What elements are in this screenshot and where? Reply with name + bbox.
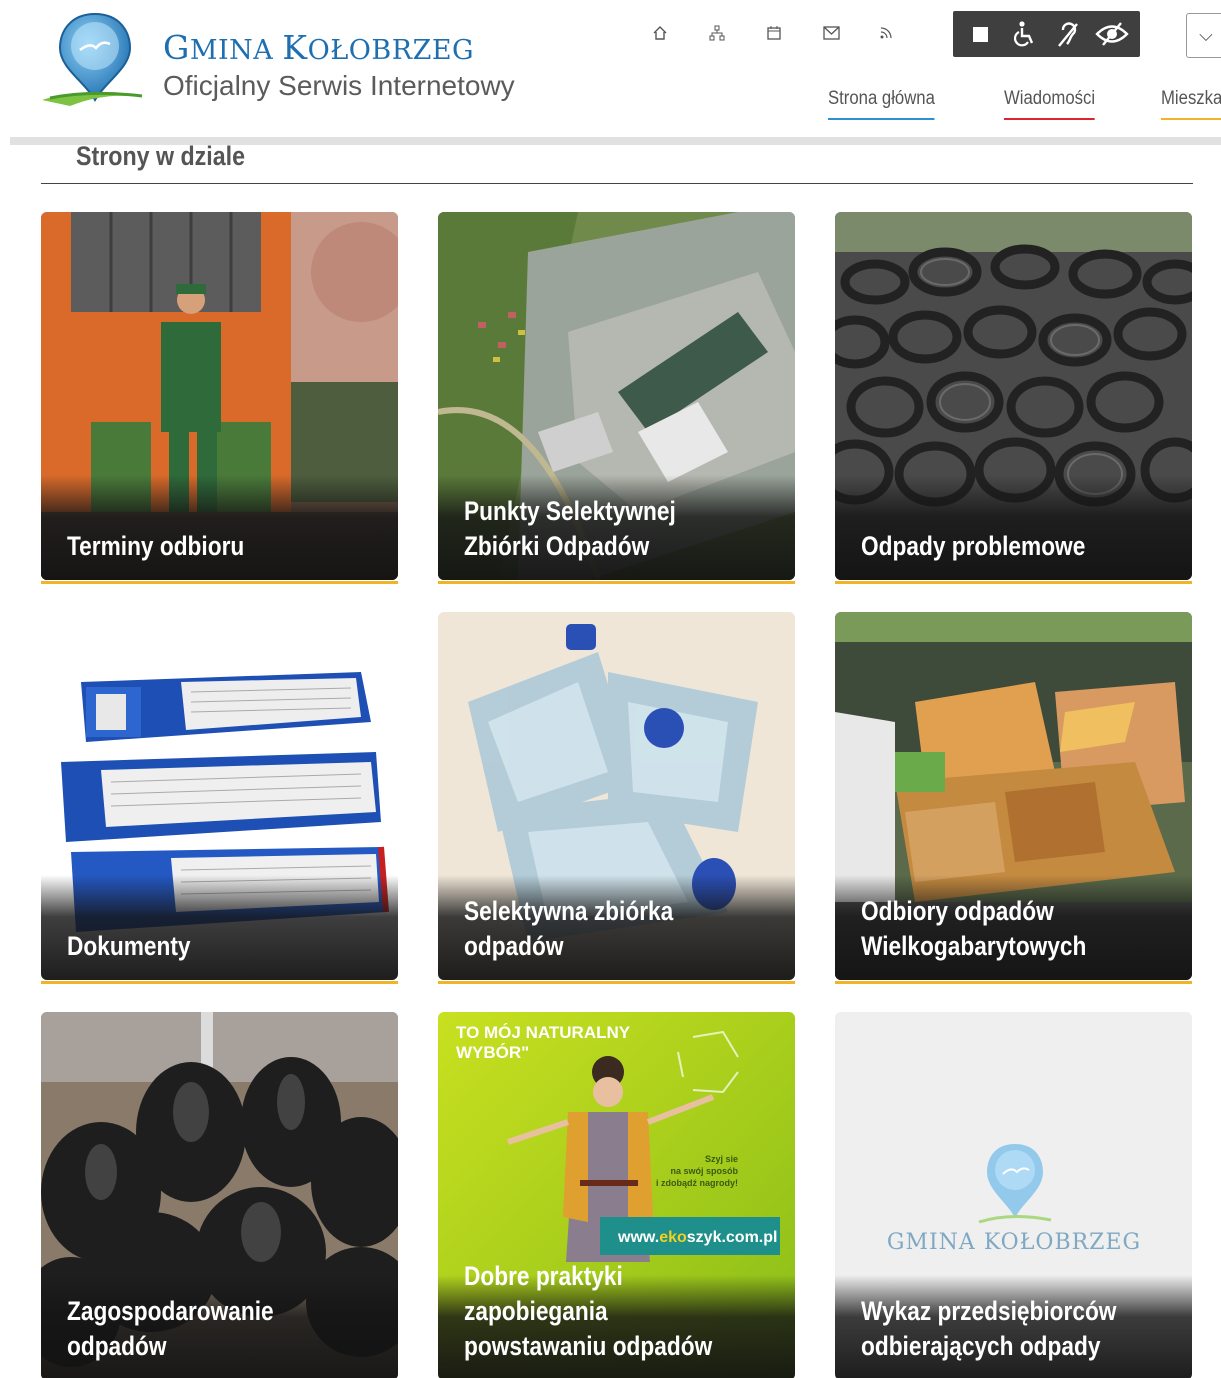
site-header: GMINA KOŁOBRZEG Oficjalny Serwis Interne…	[0, 0, 1221, 137]
tile-caption-shade	[835, 475, 1192, 580]
chevron-down-icon: ⌵	[1199, 25, 1213, 45]
nav-item-home[interactable]: Strona główna	[828, 88, 935, 120]
tile-label: Selektywna zbiórka odpadów	[464, 896, 674, 961]
tile-underline	[41, 981, 398, 984]
tile-label: Odpady problemowe	[861, 531, 1086, 561]
gmina-logo-icon	[978, 1144, 1052, 1224]
menu-dropdown-button[interactable]: ⌵	[1186, 13, 1221, 58]
rss-icon[interactable]	[880, 22, 937, 44]
nav-item-residents[interactable]: Mieszka	[1161, 88, 1221, 120]
tile-underline	[438, 581, 795, 584]
nav-item-label: Mieszka	[1161, 88, 1221, 109]
envelope-icon[interactable]	[823, 22, 880, 44]
placeholder-logo-text: GMINA KOŁOBRZEG	[886, 1230, 1142, 1255]
site-title-part-2: OŁOBRZEG	[307, 35, 475, 66]
tile-waste-management[interactable]: Zagospodarowanie odpadów	[41, 1012, 398, 1378]
nav-item-label: Wiadomości	[1004, 88, 1096, 109]
tile-bulky-waste[interactable]: Odbiory odpadów Wielkogabarytowych	[835, 612, 1192, 980]
accessibility-toolbar	[953, 11, 1140, 57]
tile-label: Punkty Selektywnej Zbiórki Odpadów	[464, 496, 676, 561]
tile-label: Wykaz przedsiębiorców odbierających odpa…	[861, 1296, 1117, 1361]
tile-underline	[835, 981, 1192, 984]
site-title-cap-1: G	[163, 28, 190, 67]
poster-small-3: i zdobądź nagrody!	[656, 1178, 738, 1188]
wheelchair-icon[interactable]	[1005, 14, 1045, 54]
tile-label: Odbiory odpadów Wielkogabarytowych	[861, 896, 1087, 961]
tile-underline	[41, 581, 398, 584]
nav-underline	[1004, 118, 1096, 120]
poster-small-1: Szyj sie	[705, 1154, 738, 1164]
tile-label: Dokumenty	[67, 931, 191, 961]
poster-url-eko: eko	[659, 1229, 687, 1246]
tile-caption-shade	[41, 475, 398, 580]
contrast-icon[interactable]	[961, 14, 1001, 54]
gmina-logo-icon[interactable]	[40, 10, 150, 110]
section-divider	[41, 183, 1193, 184]
tile-documents[interactable]: Dokumenty	[41, 612, 398, 980]
poster-url: www.ekoszyk.com.pl	[617, 1229, 777, 1246]
poster-url-suffix: szyk.com.pl	[687, 1229, 778, 1246]
sitemap-icon[interactable]	[709, 22, 766, 44]
home-icon[interactable]	[652, 22, 709, 44]
nav-item-label: Strona główna	[828, 88, 935, 109]
tile-label: Zagospodarowanie odpadów	[67, 1296, 274, 1361]
tile-collection-schedule[interactable]: Terminy odbioru	[41, 212, 398, 580]
tile-underline	[438, 981, 795, 984]
nav-underline	[1161, 118, 1221, 120]
tile-label: Dobre praktyki zapobiegania powstawaniu …	[464, 1261, 713, 1361]
tile-problem-waste[interactable]: Odpady problemowe	[835, 212, 1192, 580]
nav-item-news[interactable]: Wiadomości	[1004, 88, 1096, 120]
calendar-icon[interactable]	[766, 22, 823, 44]
tile-good-practices[interactable]: TO MÓJ NATURALNY WYBÓR" Szyj sie na swój…	[438, 1012, 795, 1378]
tile-label: Terminy odbioru	[67, 531, 245, 561]
tile-selective-collection-points[interactable]: Punkty Selektywnej Zbiórki Odpadów	[438, 212, 795, 580]
poster-headline-2: WYBÓR"	[456, 1043, 529, 1062]
top-utility-icons	[652, 22, 937, 44]
nav-underline	[828, 118, 935, 120]
tile-underline	[835, 581, 1192, 584]
tile-caption-shade	[41, 875, 398, 980]
site-subtitle: Oficjalny Serwis Internetowy	[163, 70, 515, 101]
section-title: Strony w dziale	[76, 141, 246, 171]
poster-headline-1: TO MÓJ NATURALNY	[456, 1023, 631, 1042]
poster-small-2: na swój sposób	[670, 1166, 738, 1176]
site-title-cap-2: K	[282, 28, 308, 67]
poster-url-prefix: www.	[617, 1229, 659, 1246]
tile-companies-list[interactable]: GMINA KOŁOBRZEG Wykaz przedsiębiorców od…	[835, 1012, 1192, 1378]
site-title[interactable]: GMINA KOŁOBRZEG	[163, 28, 474, 67]
hearing-icon[interactable]	[1048, 14, 1088, 54]
tile-selective-collection[interactable]: Selektywna zbiórka odpadów	[438, 612, 795, 980]
site-title-part-1: MINA	[189, 35, 283, 66]
eye-icon[interactable]	[1092, 14, 1132, 54]
